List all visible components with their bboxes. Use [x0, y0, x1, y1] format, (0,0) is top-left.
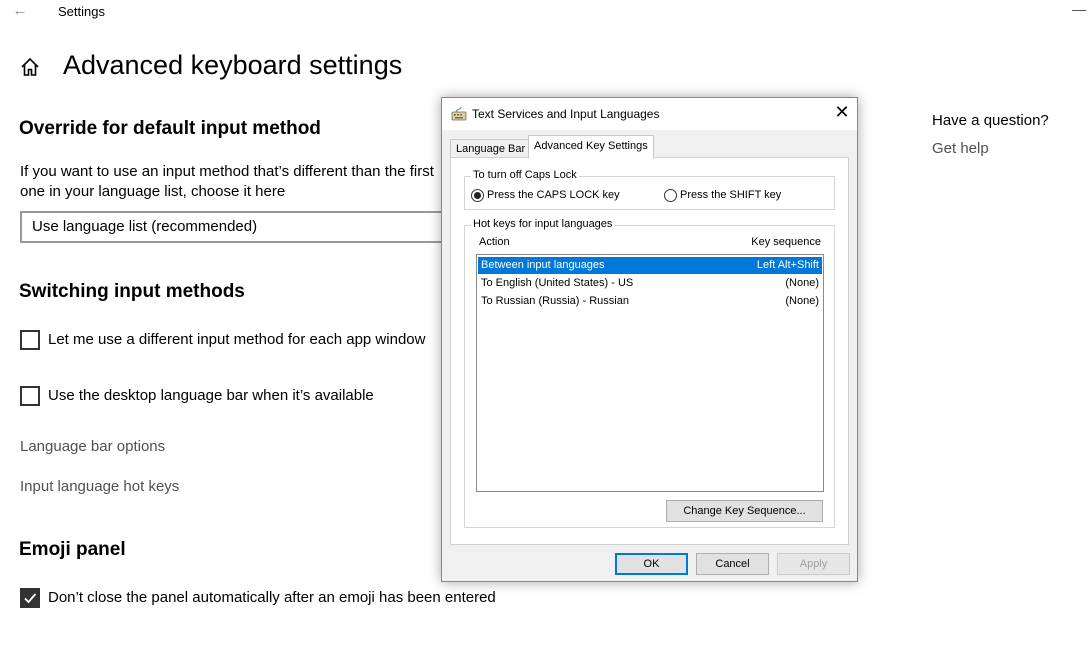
list-item[interactable]: Between input languages Left Alt+Shift [478, 257, 822, 274]
switching-section-title: Switching input methods [19, 281, 245, 302]
caps-lock-radio-label: Press the CAPS LOCK key [487, 189, 620, 201]
language-bar-checkbox[interactable] [20, 386, 40, 406]
emoji-panel-checkbox[interactable] [20, 588, 40, 608]
title-bar: ← Settings [0, 0, 1091, 24]
checkmark-icon [24, 593, 37, 604]
hotkey-sequence: (None) [785, 295, 819, 307]
close-icon[interactable]: ✕ [830, 102, 854, 126]
hotkey-action: Between input languages [481, 259, 605, 271]
minimize-icon[interactable] [1072, 10, 1086, 11]
hotkey-action: To English (United States) - US [481, 277, 634, 289]
caps-lock-radio[interactable] [471, 189, 484, 202]
ok-button[interactable]: OK [615, 553, 688, 575]
page-title: Advanced keyboard settings [63, 50, 403, 80]
action-column-header: Action [479, 236, 510, 248]
change-key-sequence-button[interactable]: Change Key Sequence... [666, 500, 823, 522]
hotkeys-group: Hot keys for input languages Action Key … [464, 218, 835, 528]
apply-button[interactable]: Apply [777, 553, 850, 575]
override-section-title: Override for default input method [19, 118, 321, 139]
shift-radio-label: Press the SHIFT key [680, 189, 782, 201]
caps-lock-legend: To turn off Caps Lock [471, 169, 579, 181]
hotkey-sequence: Left Alt+Shift [756, 259, 819, 271]
text-services-dialog: Text Services and Input Languages ✕ Lang… [441, 97, 858, 582]
language-bar-options-link[interactable]: Language bar options [20, 438, 165, 455]
tab-panel: To turn off Caps Lock Press the CAPS LOC… [450, 157, 849, 545]
caps-lock-group: To turn off Caps Lock Press the CAPS LOC… [464, 169, 835, 210]
language-bar-label: Use the desktop language bar when it’s a… [48, 387, 374, 404]
shift-radio[interactable] [664, 189, 677, 202]
cancel-button[interactable]: Cancel [696, 553, 769, 575]
hotkey-sequence: (None) [785, 277, 819, 289]
tab-language-bar[interactable]: Language Bar [450, 139, 532, 158]
dialog-title-bar[interactable]: Text Services and Input Languages ✕ [442, 98, 857, 130]
list-item[interactable]: To English (United States) - US (None) [478, 275, 822, 292]
list-item[interactable]: To Russian (Russia) - Russian (None) [478, 293, 822, 310]
app-title: Settings [58, 4, 105, 19]
hotkey-action: To Russian (Russia) - Russian [481, 295, 629, 307]
per-app-input-checkbox[interactable] [20, 330, 40, 350]
tab-advanced-key-settings[interactable]: Advanced Key Settings [528, 135, 654, 159]
emoji-section-title: Emoji panel [19, 539, 126, 560]
back-arrow-icon[interactable]: ← [10, 2, 30, 20]
input-language-hot-keys-link[interactable]: Input language hot keys [20, 478, 179, 495]
input-method-dropdown[interactable]: Use language list (recommended) [20, 211, 460, 243]
help-heading: Have a question? [932, 112, 1049, 129]
keyboard-icon [451, 106, 467, 121]
key-sequence-column-header: Key sequence [751, 236, 821, 248]
get-help-link[interactable]: Get help [932, 140, 989, 157]
per-app-input-label: Let me use a different input method for … [48, 331, 426, 348]
override-description: If you want to use an input method that’… [20, 163, 434, 200]
hotkeys-legend: Hot keys for input languages [471, 218, 615, 230]
dialog-title: Text Services and Input Languages [472, 107, 660, 121]
home-icon[interactable] [19, 56, 41, 78]
emoji-panel-label: Don’t close the panel automatically afte… [48, 589, 496, 606]
hotkeys-list[interactable]: Between input languages Left Alt+Shift T… [476, 254, 824, 492]
